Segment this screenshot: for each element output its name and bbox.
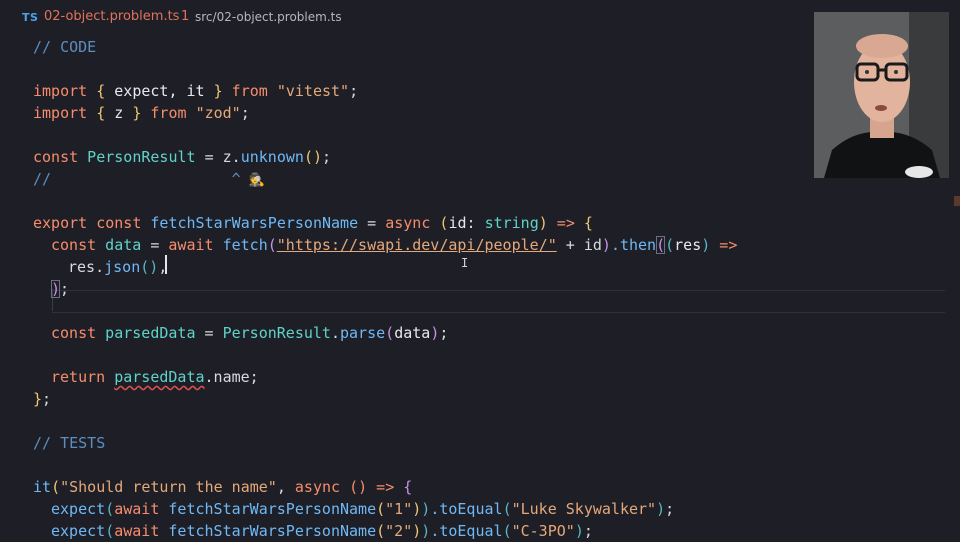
code-line-22: expect(await fetchStarWarsPersonName("1"… [51, 500, 675, 518]
i-beam-cursor-icon: I [461, 256, 469, 270]
current-line-highlight [52, 290, 945, 313]
error-squiggle[interactable]: parsedData [114, 368, 204, 386]
typescript-file-icon: TS [22, 11, 39, 24]
code-line-6: const PersonResult = z.unknown(); [33, 148, 332, 166]
code-line-17: }; [33, 390, 52, 408]
code-line-16: return parsedData.name; [51, 368, 259, 386]
code-line-9: export const fetchStarWarsPersonName = a… [33, 214, 593, 232]
code-line-10: const data = await fetch("https://swapi.… [51, 236, 738, 254]
code-line-14: const parsedData = PersonResult.parse(da… [51, 324, 449, 342]
code-line-21: it("Should return the name", async () =>… [33, 478, 413, 496]
code-line-4: import { z } from "zod"; [33, 104, 250, 122]
code-line-11: res.json(), [68, 258, 168, 276]
code-line-19: // TESTS [33, 434, 106, 452]
text-caret [165, 255, 167, 274]
code-line-23: expect(await fetchStarWarsPersonName("2"… [51, 522, 593, 540]
tab-filename[interactable]: 02-object.problem.ts [44, 9, 179, 24]
code-line-7: // ^ 🕵️ [33, 170, 265, 188]
webcam-overlay [814, 12, 949, 178]
breadcrumb-path[interactable]: src/02-object.problem.ts [195, 10, 342, 24]
scrollbar-error-marker[interactable] [954, 196, 960, 206]
code-line-1: // CODE [33, 38, 97, 56]
problem-count-badge: 1 [181, 9, 190, 24]
code-line-3: import { expect, it } from "vitest"; [33, 82, 359, 100]
detective-emoji-icon: 🕵️ [240, 173, 265, 188]
presenter-portrait [814, 12, 949, 178]
code-line-12: ); [51, 280, 70, 298]
